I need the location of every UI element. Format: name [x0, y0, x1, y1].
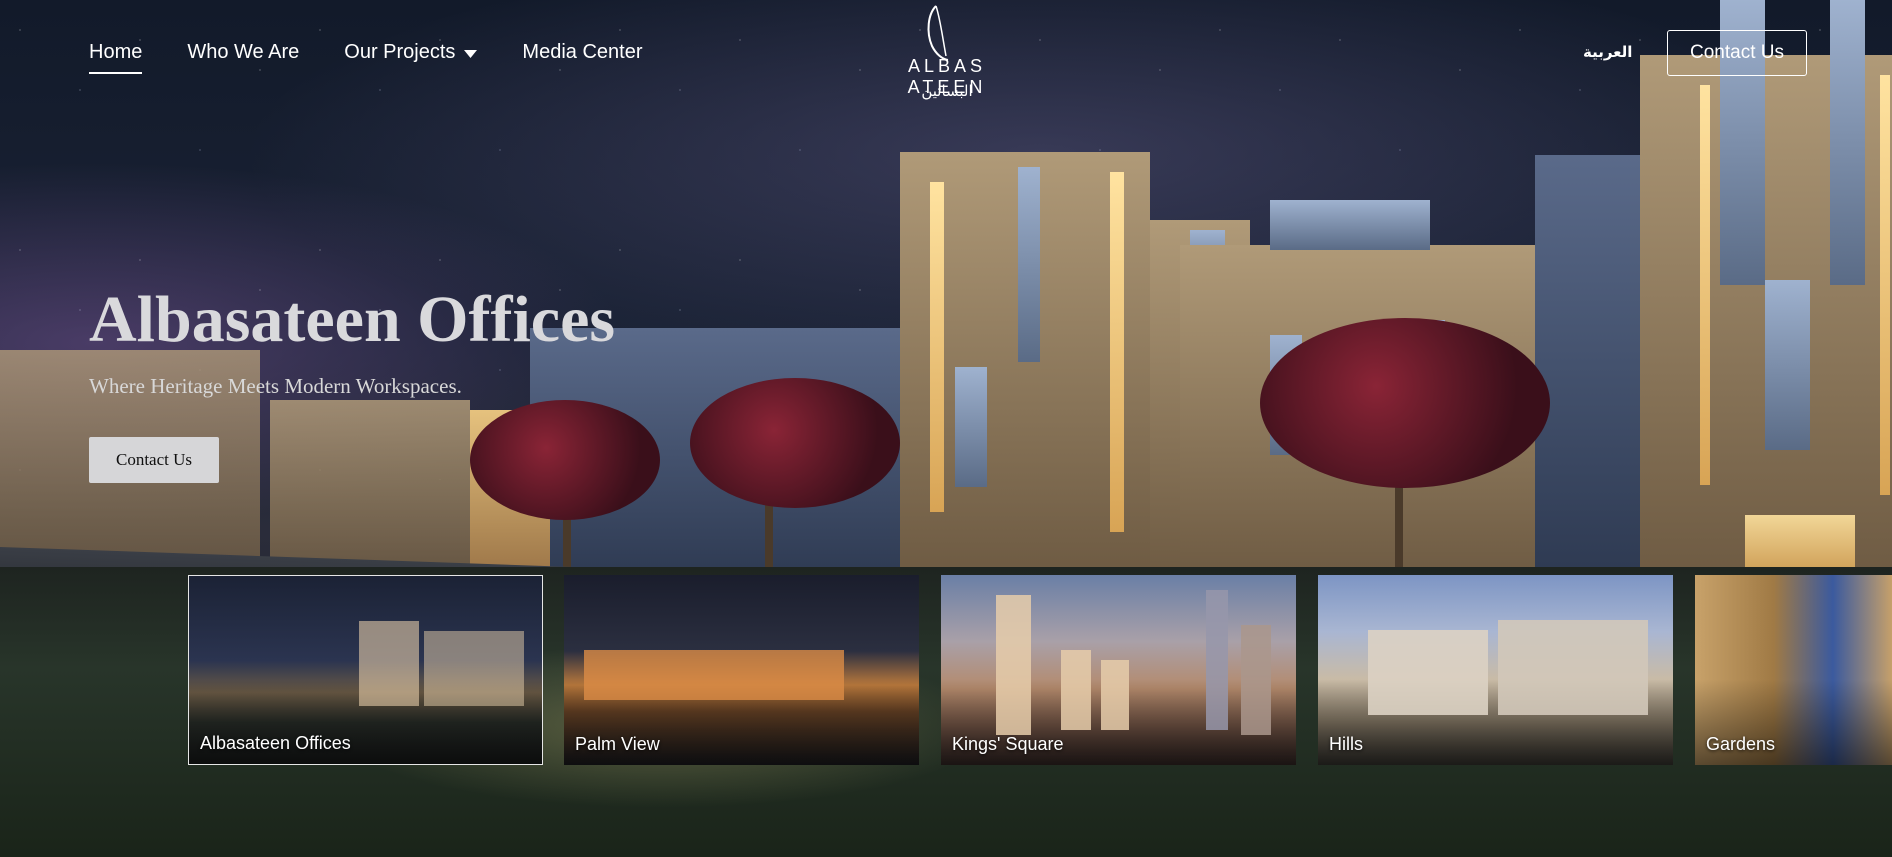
tree [690, 378, 900, 508]
project-card-palm-view[interactable]: Palm View [564, 575, 919, 765]
top-navigation: Home Who We Are Our Projects Media Cente… [0, 0, 1892, 110]
hero-subtitle: Where Heritage Meets Modern Workspaces. [89, 374, 462, 398]
project-card-albasateen-offices[interactable]: Albasateen Offices [188, 575, 543, 765]
hero-contact-button[interactable]: Contact Us [89, 437, 219, 483]
project-card-label: Hills [1329, 734, 1363, 754]
nav-home[interactable]: Home [89, 41, 143, 74]
project-card-label: Gardens [1706, 734, 1776, 754]
nav-media-center[interactable]: Media Center [522, 41, 642, 64]
project-card-label: Palm View [575, 734, 660, 754]
project-card-kings-square[interactable]: Kings' Square [941, 575, 1296, 765]
nav-links: Home Who We Are Our Projects Media Cente… [89, 41, 687, 74]
contact-us-button[interactable]: Contact Us [1667, 30, 1807, 76]
tree [1260, 318, 1550, 488]
project-card-label: Kings' Square [952, 734, 1064, 754]
building [1640, 0, 1892, 575]
logo-mark-icon [927, 5, 949, 61]
nav-our-projects[interactable]: Our Projects [344, 41, 478, 64]
building [270, 400, 470, 580]
project-card-label: Albasateen Offices [200, 733, 351, 753]
building [1535, 155, 1645, 575]
project-carousel: Albasateen Offices Palm View Kings' Squa… [188, 575, 1892, 765]
tree [470, 400, 660, 520]
project-card-hills[interactable]: Hills [1318, 575, 1673, 765]
nav-our-projects-label: Our Projects [344, 41, 456, 63]
project-card-gardens[interactable]: Gardens [1695, 575, 1892, 765]
chevron-down-icon [464, 41, 478, 64]
project-thumbnail [1318, 575, 1673, 765]
nav-media-center-label: Media Center [522, 41, 643, 63]
nav-who-we-are[interactable]: Who We Are [187, 41, 299, 64]
building [900, 152, 1150, 572]
hero-title: Albasateen Offices [89, 283, 616, 356]
nav-who-we-are-label: Who We Are [187, 41, 300, 63]
albasateen-logo[interactable]: ALBAS ATEEN البساتين [872, 4, 1022, 100]
nav-home-label: Home [89, 41, 143, 63]
language-toggle[interactable]: العربية [1583, 43, 1632, 61]
logo-arabic: البساتين [921, 82, 973, 100]
